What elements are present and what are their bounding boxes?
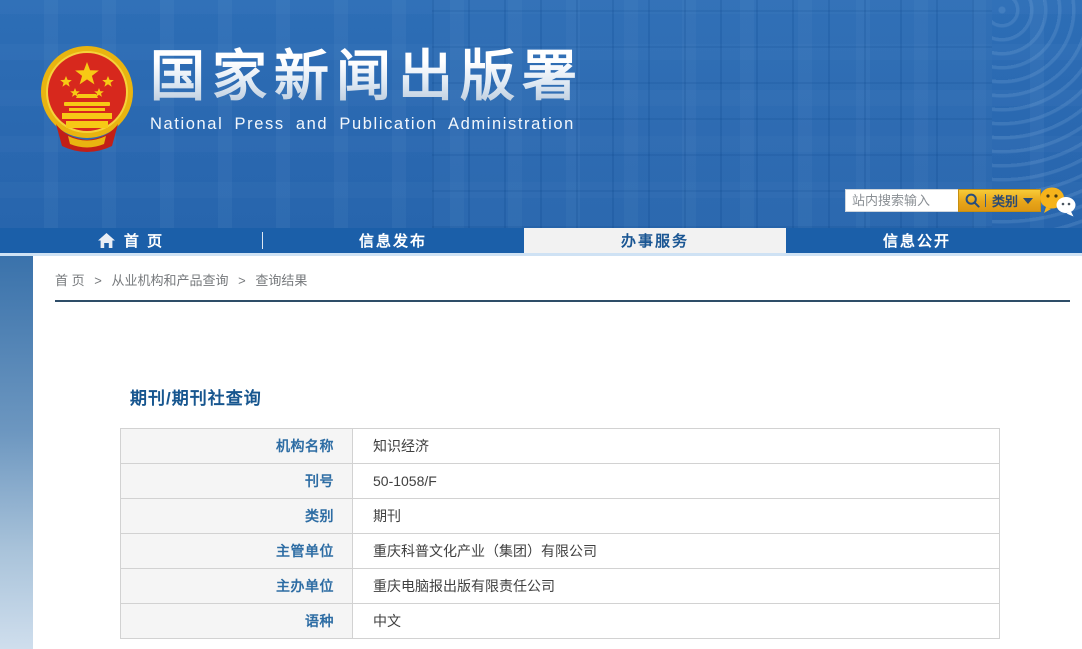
brand-block: 国家新闻出版署 National Press and Publication A… xyxy=(150,46,584,134)
row-value: 重庆科普文化产业（集团）有限公司 xyxy=(353,534,1000,569)
site-header: 国家新闻出版署 National Press and Publication A… xyxy=(0,0,1082,228)
search-divider xyxy=(985,194,986,207)
table-row: 语种 中文 xyxy=(121,604,1000,639)
wechat-icon[interactable] xyxy=(1038,186,1078,218)
nav-tab-disclosure[interactable]: 信息公开 xyxy=(786,228,1048,253)
magnifier-icon xyxy=(965,193,980,208)
table-row: 类别 期刊 xyxy=(121,499,1000,534)
row-label: 主管单位 xyxy=(121,534,353,569)
page: 国家新闻出版署 National Press and Publication A… xyxy=(0,0,1082,649)
nav-tab-news[interactable]: 信息发布 xyxy=(262,228,524,253)
table-row: 刊号 50-1058/F xyxy=(121,464,1000,499)
row-value: 期刊 xyxy=(353,499,1000,534)
search-controls: 类别 xyxy=(958,189,1041,212)
breadcrumb-query[interactable]: 从业机构和产品查询 xyxy=(111,273,228,288)
page-title: 期刊/期刊社查询 xyxy=(130,384,262,409)
breadcrumb-home[interactable]: 首 页 xyxy=(55,273,85,288)
row-value: 50-1058/F xyxy=(353,464,1000,499)
journal-info-table: 机构名称 知识经济 刊号 50-1058/F 类别 期刊 主管单位 重庆科普文化… xyxy=(120,428,1000,639)
row-label: 类别 xyxy=(121,499,353,534)
site-subtitle: National Press and Publication Administr… xyxy=(150,115,584,134)
table-row: 机构名称 知识经济 xyxy=(121,429,1000,464)
home-icon xyxy=(98,233,115,248)
nav-tab-label: 首 页 xyxy=(124,230,164,251)
nav-tab-label: 办事服务 xyxy=(621,230,689,251)
site-title: 国家新闻出版署 xyxy=(150,46,584,107)
nav-tab-label: 信息公开 xyxy=(883,230,951,251)
search-input[interactable] xyxy=(845,189,958,212)
left-gradient-strip xyxy=(0,256,33,649)
breadcrumb-separator: > xyxy=(94,273,102,288)
content-area: 首 页 > 从业机构和产品查询 > 查询结果 期刊/期刊社查询 机构名称 知识经… xyxy=(0,256,1082,649)
search-button[interactable] xyxy=(965,193,980,208)
table-row: 主办单位 重庆电脑报出版有限责任公司 xyxy=(121,569,1000,604)
row-label: 刊号 xyxy=(121,464,353,499)
breadcrumb-separator: > xyxy=(238,273,246,288)
main-nav: 首 页 信息发布 办事服务 信息公开 xyxy=(0,228,1082,256)
breadcrumb: 首 页 > 从业机构和产品查询 > 查询结果 xyxy=(55,270,1070,302)
row-value: 中文 xyxy=(353,604,1000,639)
row-label: 主办单位 xyxy=(121,569,353,604)
nav-tab-label: 信息发布 xyxy=(359,230,427,251)
row-label: 机构名称 xyxy=(121,429,353,464)
row-value: 重庆电脑报出版有限责任公司 xyxy=(353,569,1000,604)
nav-tab-home[interactable]: 首 页 xyxy=(0,228,262,253)
national-emblem-icon xyxy=(38,40,136,160)
breadcrumb-result[interactable]: 查询结果 xyxy=(255,273,307,288)
site-search: 类别 xyxy=(845,189,1041,212)
chevron-down-icon[interactable] xyxy=(1023,198,1033,204)
table-row: 主管单位 重庆科普文化产业（集团）有限公司 xyxy=(121,534,1000,569)
category-dropdown-label[interactable]: 类别 xyxy=(992,191,1018,210)
row-value: 知识经济 xyxy=(353,429,1000,464)
row-label: 语种 xyxy=(121,604,353,639)
nav-tab-services[interactable]: 办事服务 xyxy=(524,228,786,253)
